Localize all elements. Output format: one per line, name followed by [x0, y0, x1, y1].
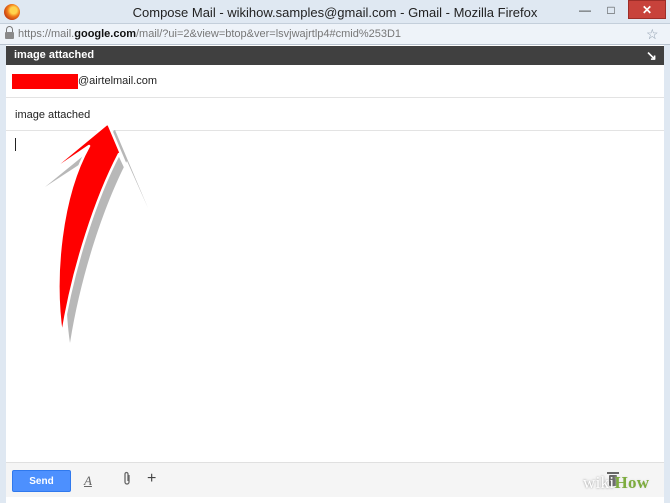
url-text[interactable]: https://mail.google.com/mail/?ui=2&view=…: [18, 28, 401, 40]
window-titlebar: Compose Mail - wikihow.samples@gmail.com…: [0, 0, 670, 24]
compose-header: image attached ↘: [6, 46, 664, 65]
maximize-button[interactable]: □: [598, 0, 624, 19]
send-button[interactable]: Send: [12, 470, 71, 492]
bookmark-star-icon[interactable]: ☆: [646, 26, 659, 43]
watermark-how: How: [614, 473, 650, 492]
redacted-email-name: [12, 74, 78, 89]
paperclip-icon[interactable]: [122, 471, 132, 487]
text-cursor: [15, 138, 16, 151]
format-text-icon[interactable]: A: [84, 473, 92, 489]
message-body[interactable]: [6, 131, 664, 462]
window-frame-right: [664, 45, 670, 503]
plus-icon[interactable]: +: [147, 470, 156, 488]
compose-title: image attached: [14, 49, 95, 61]
url-prefix: https://mail.: [18, 28, 75, 40]
url-domain: google.com: [74, 28, 136, 40]
popout-icon[interactable]: ↘: [646, 48, 657, 64]
to-recipient: @airtelmail.com: [78, 75, 158, 87]
subject-field[interactable]: image attached: [6, 99, 664, 131]
url-rest: /mail/?ui=2&view=btop&ver=lsvjwajrtlp4#c…: [135, 28, 402, 40]
lock-icon: [5, 26, 14, 39]
compose-toolbar: Send A +: [6, 462, 664, 497]
close-button[interactable]: ✕: [628, 0, 666, 19]
minimize-button[interactable]: —: [572, 0, 598, 19]
watermark-wiki: wiki: [583, 473, 615, 492]
wikihow-watermark: wikiHow: [583, 473, 649, 493]
subject-value: image attached: [15, 109, 91, 121]
address-bar[interactable]: https://mail.google.com/mail/?ui=2&view=…: [0, 24, 670, 45]
to-field[interactable]: @airtelmail.com: [6, 65, 664, 98]
window-title: Compose Mail - wikihow.samples@gmail.com…: [132, 5, 538, 20]
